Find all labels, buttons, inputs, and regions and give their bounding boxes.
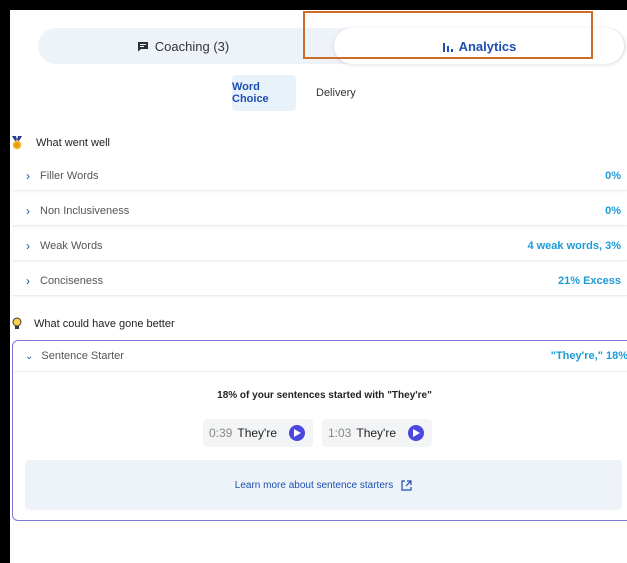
play-icon[interactable] — [289, 425, 305, 441]
metric-value: 0% — [605, 169, 621, 182]
lightbulb-icon — [10, 317, 24, 330]
metric-value: 0% — [605, 204, 621, 217]
occurrence-chip[interactable]: 0:39 They're — [203, 419, 313, 447]
coaching-tab-label: Coaching (3) — [154, 38, 230, 54]
learn-more-label: Learn more about sentence starters — [234, 479, 394, 491]
chevron-down-icon: ⌄ — [25, 350, 34, 362]
chevron-right-icon: › — [26, 203, 30, 218]
learn-more-link[interactable]: Learn more about sentence starters — [25, 460, 622, 510]
metric-row-conciseness[interactable]: › Conciseness 21% Excess — [12, 266, 627, 296]
card-value: "They're," 18% — [550, 350, 627, 362]
metric-label: Conciseness — [40, 274, 103, 287]
metric-value: 21% Excess — [558, 274, 621, 287]
tab-word-choice[interactable]: Word Choice — [232, 75, 296, 111]
tab-delivery[interactable]: Delivery — [303, 75, 369, 111]
chat-bubble-icon — [137, 41, 149, 52]
chip-time: 1:03 — [328, 426, 352, 440]
chip-time: 0:39 — [209, 426, 233, 440]
external-link-icon — [401, 479, 412, 491]
went-well-title: What went well — [36, 137, 110, 149]
card-label: Sentence Starter — [41, 350, 124, 362]
metric-label: Filler Words — [40, 169, 99, 182]
view-toggle: Coaching (3) Analytics — [38, 28, 626, 64]
metric-value: 4 weak words, 3% — [527, 239, 621, 252]
chip-word: They're — [356, 426, 396, 440]
analytics-tab-label: Analytics — [458, 38, 517, 54]
chip-word: They're — [237, 426, 277, 440]
play-icon[interactable] — [408, 425, 424, 441]
medal-icon — [10, 136, 24, 150]
bar-chart-icon — [442, 41, 453, 52]
analytics-tab[interactable]: Analytics — [334, 28, 624, 64]
sentence-starter-header[interactable]: ⌄ Sentence Starter "They're," 18% — [13, 341, 627, 372]
chevron-right-icon: › — [26, 273, 30, 288]
metric-row-weak-words[interactable]: › Weak Words 4 weak words, 3% — [12, 231, 627, 261]
went-well-heading: What went well — [10, 136, 110, 150]
chevron-right-icon: › — [26, 168, 30, 183]
chevron-right-icon: › — [26, 238, 30, 253]
sentence-starter-summary: 18% of your sentences started with "They… — [217, 390, 432, 401]
occurrence-chip[interactable]: 1:03 They're — [322, 419, 432, 447]
occurrence-chips: 0:39 They're 1:03 They're — [203, 419, 441, 447]
metric-row-filler-words[interactable]: › Filler Words 0% — [12, 161, 627, 191]
coaching-tab[interactable]: Coaching (3) — [38, 28, 328, 64]
better-heading: What could have gone better — [10, 317, 175, 330]
analytics-panel: Coaching (3) Analytics Word Choice Deliv… — [10, 10, 627, 563]
metric-label: Non Inclusiveness — [40, 204, 130, 217]
analysis-subtabs: Word Choice Delivery — [232, 75, 369, 111]
better-title: What could have gone better — [34, 317, 175, 330]
metric-label: Weak Words — [40, 239, 103, 252]
sentence-starter-card: ⌄ Sentence Starter "They're," 18% 18% of … — [12, 340, 627, 521]
metric-row-non-inclusiveness[interactable]: › Non Inclusiveness 0% — [12, 196, 627, 226]
